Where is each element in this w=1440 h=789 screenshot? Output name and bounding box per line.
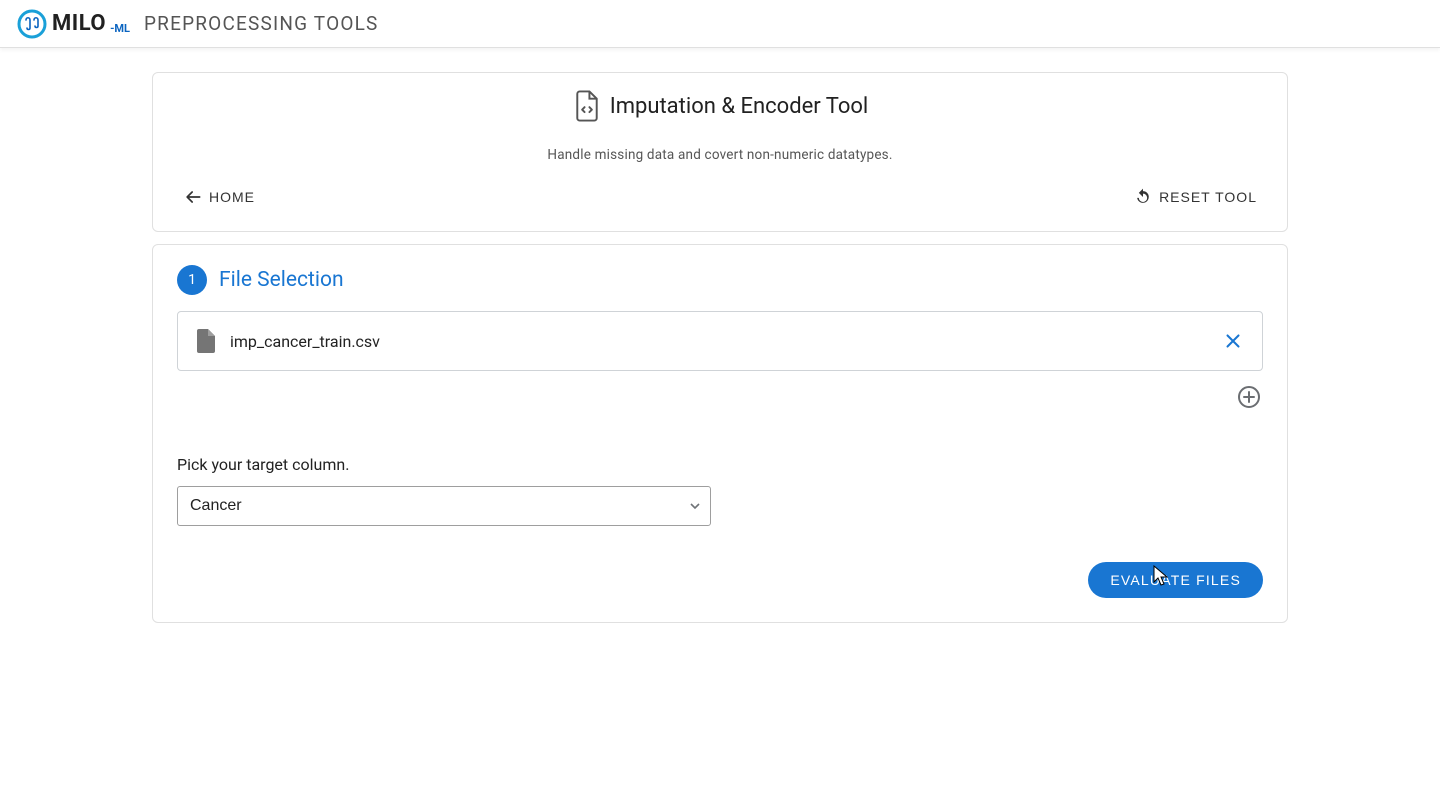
- home-button[interactable]: HOME: [177, 183, 261, 211]
- evaluate-files-button[interactable]: EVALUATE FILES: [1088, 562, 1263, 598]
- plus-circle-icon: [1237, 385, 1261, 409]
- reset-button[interactable]: RESET TOOL: [1127, 183, 1263, 211]
- brand-name: MILO: [52, 11, 106, 36]
- tool-subtitle: Handle missing data and covert non-numer…: [177, 147, 1263, 163]
- brain-icon: [16, 8, 48, 40]
- tool-header-card: Imputation & Encoder Tool Handle missing…: [152, 72, 1288, 232]
- appbar-title: PREPROCESSING TOOLS: [144, 12, 379, 35]
- evaluate-files-label: EVALUATE FILES: [1110, 572, 1241, 588]
- add-file-button[interactable]: [1235, 383, 1263, 411]
- tool-actions: HOME RESET TOOL: [177, 183, 1263, 211]
- add-file-row: [177, 383, 1263, 411]
- target-column-label: Pick your target column.: [177, 455, 1263, 474]
- step-number-badge: 1: [177, 265, 207, 295]
- brand-suffix: -ML: [110, 22, 130, 35]
- reset-button-label: RESET TOOL: [1159, 189, 1257, 205]
- code-file-icon: [572, 89, 602, 123]
- arrow-left-icon: [183, 187, 203, 207]
- step-title: File Selection: [219, 268, 344, 292]
- page-content: Imputation & Encoder Tool Handle missing…: [0, 48, 1440, 659]
- app-bar: MILO -ML PREPROCESSING TOOLS: [0, 0, 1440, 48]
- file-selection-card: 1 File Selection imp_cancer_train.csv Pi…: [152, 244, 1288, 623]
- file-name: imp_cancer_train.csv: [230, 332, 1208, 351]
- target-column-select[interactable]: [177, 486, 711, 526]
- evaluate-row: EVALUATE FILES: [177, 562, 1263, 598]
- file-row: imp_cancer_train.csv: [177, 311, 1263, 371]
- home-button-label: HOME: [209, 189, 255, 205]
- brand-logo[interactable]: MILO -ML: [16, 8, 130, 40]
- tool-title: Imputation & Encoder Tool: [610, 94, 869, 119]
- target-select-wrap: [177, 486, 711, 526]
- reset-icon: [1133, 187, 1153, 207]
- remove-file-button[interactable]: [1222, 330, 1244, 352]
- tool-title-row: Imputation & Encoder Tool: [177, 89, 1263, 123]
- close-icon: [1222, 330, 1244, 352]
- file-icon: [196, 329, 216, 353]
- step-header: 1 File Selection: [177, 265, 1263, 295]
